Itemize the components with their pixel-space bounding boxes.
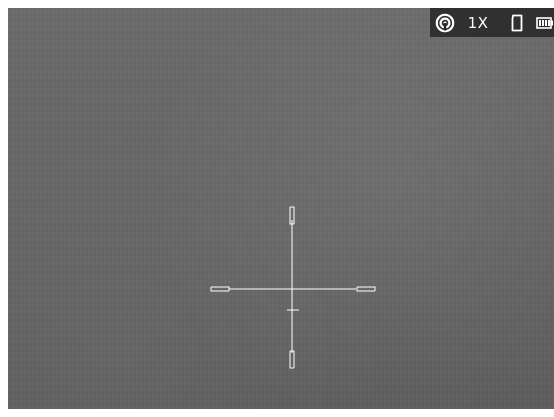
- reticle: [210, 206, 376, 369]
- reticle-right-post: [356, 286, 376, 292]
- thermal-viewport: 1X: [8, 8, 554, 409]
- reticle-left-post: [210, 286, 230, 292]
- reticle-bottom-post: [289, 350, 295, 369]
- sd-card-icon: [509, 8, 525, 37]
- status-bar: 1X: [430, 8, 554, 37]
- battery-icon: [536, 8, 554, 37]
- wifi-hotspot-icon: [434, 8, 456, 37]
- zoom-level: 1X: [467, 13, 489, 32]
- device-frame: 1X: [0, 0, 554, 417]
